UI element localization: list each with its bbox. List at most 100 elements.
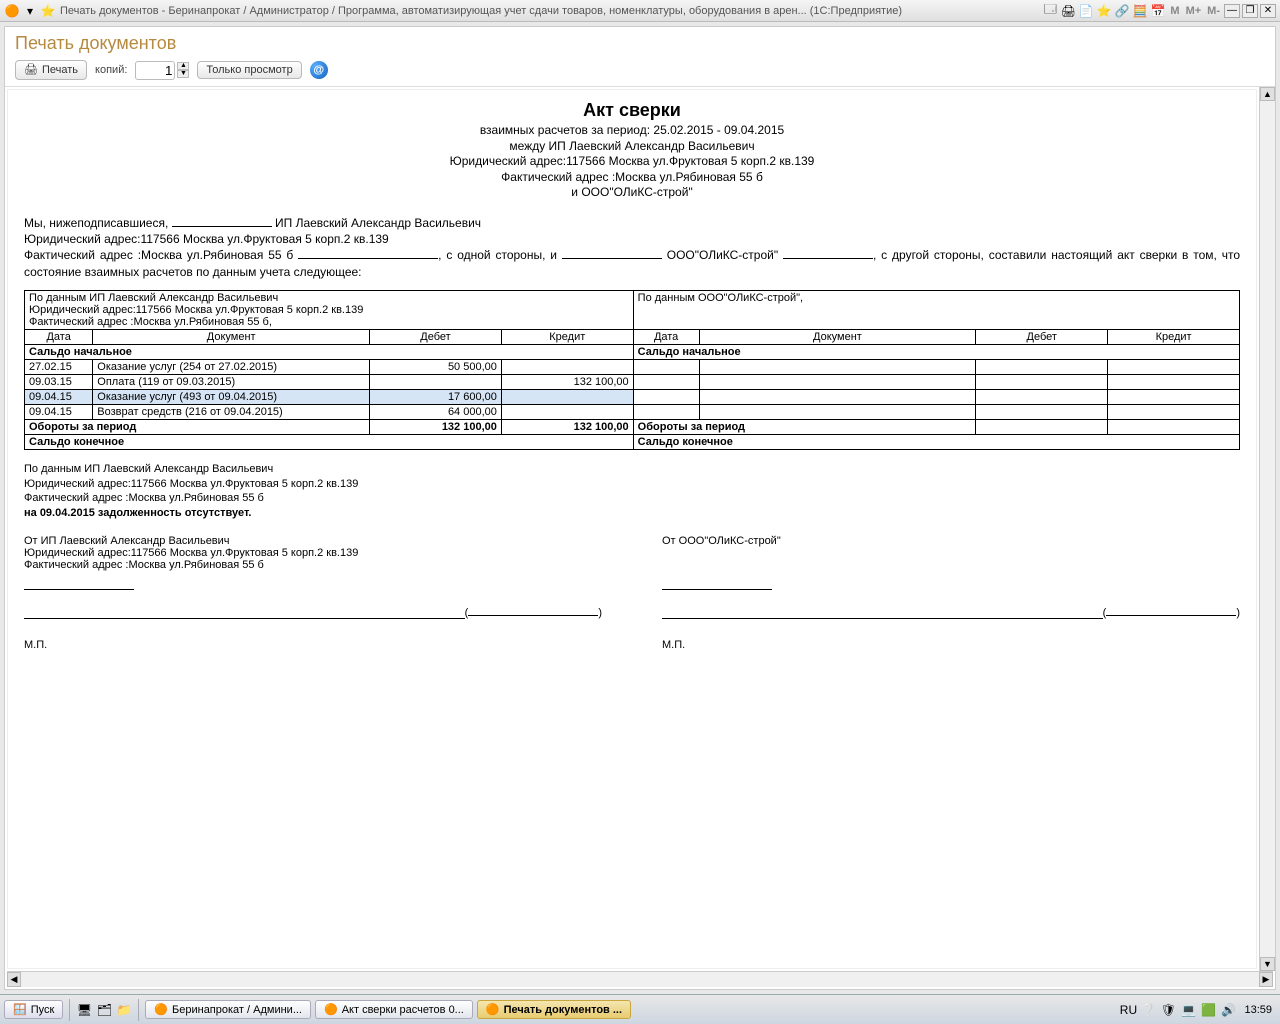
copies-up[interactable]: ▲: [177, 62, 189, 70]
fav-icon[interactable]: ⭐: [1096, 3, 1112, 19]
m-minus-button[interactable]: M-: [1205, 5, 1222, 17]
mp-label: М.П.: [24, 639, 602, 651]
vertical-scrollbar[interactable]: ▲ ▼: [1259, 87, 1275, 971]
m-plus-button[interactable]: M+: [1184, 5, 1204, 17]
cell-date: 09.04.15: [25, 404, 93, 419]
quick-launch-app-icon[interactable]: 📁: [116, 1002, 132, 1018]
table-row[interactable]: 09.04.15 Возврат средств (216 от 09.04.2…: [25, 404, 1240, 419]
signature-line: [24, 605, 465, 619]
maximize-button[interactable]: ❐: [1242, 4, 1258, 18]
cell-doc: Оказание услуг (493 от 09.04.2015): [93, 389, 370, 404]
link-icon[interactable]: 🔗: [1114, 3, 1130, 19]
signature-line-short: [662, 589, 772, 590]
tray-app-icon[interactable]: 🟩: [1200, 1002, 1216, 1018]
table-top-left: По данным ИП Лаевский Александр Васильев…: [25, 290, 634, 329]
dropdown-icon[interactable]: ▾: [22, 3, 38, 19]
cell-debit: 50 500,00: [370, 359, 502, 374]
signature-right: От ООО"ОЛиКС-строй" () М.П.: [662, 535, 1240, 651]
view-only-label: Только просмотр: [206, 64, 292, 76]
view-only-button[interactable]: Только просмотр: [197, 61, 301, 79]
copies-label: копий:: [95, 64, 127, 76]
print-button[interactable]: 🖨 Печать: [15, 60, 87, 80]
cell-date: 27.02.15: [25, 359, 93, 374]
tray-network-icon[interactable]: 💻: [1180, 1002, 1196, 1018]
doc-period: взаимных расчетов за период: 25.02.2015 …: [24, 123, 1240, 139]
doc-para: Мы, нижеподписавшиеся, ИП Лаевский Алекс…: [24, 215, 1240, 280]
scroll-left-arrow[interactable]: ◀: [7, 972, 21, 987]
table-row[interactable]: 09.03.15 Оплата (119 от 09.03.2015) 132 …: [25, 374, 1240, 389]
horizontal-scrollbar[interactable]: ◀ ▶: [7, 971, 1273, 987]
copies-down[interactable]: ▼: [177, 70, 189, 78]
window-title: Печать документов - Беринапрокат / Админ…: [60, 5, 1038, 17]
opening-balance-row: Сальдо начальное Сальдо начальное: [25, 344, 1240, 359]
tray-help-icon[interactable]: ❔: [1140, 1002, 1156, 1018]
col-credit: Кредит: [501, 329, 633, 344]
close-button[interactable]: ✕: [1260, 4, 1276, 18]
taskbar-item[interactable]: 🟠 Акт сверки расчетов 0...: [315, 1000, 473, 1019]
cell-debit: 64 000,00: [370, 404, 502, 419]
signature-columns: От ИП Лаевский Александр Васильевич Юрид…: [24, 535, 1240, 651]
taskbar-item-active[interactable]: 🟠 Печать документов ...: [477, 1000, 631, 1019]
closing-balance-row: Сальдо конечное Сальдо конечное: [25, 434, 1240, 449]
cell-doc: Оказание услуг (254 от 27.02.2015): [93, 359, 370, 374]
signature-paren: (): [1103, 607, 1240, 619]
taskbar-item-icon: 🟠: [154, 1003, 168, 1016]
doc-addr1: Юридический адрес:117566 Москва ул.Фрукт…: [24, 154, 1240, 170]
close-bal-l: Сальдо конечное: [25, 434, 634, 449]
col-credit-r: Кредит: [1108, 329, 1240, 344]
open-bal-r: Сальдо начальное: [633, 344, 1239, 359]
at-icon[interactable]: @: [310, 61, 328, 79]
scroll-right-arrow[interactable]: ▶: [1259, 972, 1273, 987]
lang-indicator[interactable]: RU: [1120, 1002, 1136, 1018]
scroll-down-arrow[interactable]: ▼: [1260, 957, 1275, 971]
para-text: ИП Лаевский Александр Васильевич: [272, 216, 481, 230]
taskbar-item-icon: 🟠: [324, 1003, 338, 1016]
footer-block: По данным ИП Лаевский Александр Васильев…: [24, 462, 1240, 521]
window-title-bar: 🟠 ▾ ⭐ Печать документов - Беринапрокат /…: [0, 0, 1280, 22]
taskbar: 🪟 Пуск 🖥 🗂 📁 🟠 Беринапрокат / Админи... …: [0, 994, 1280, 1024]
table-header-row: Дата Документ Дебет Кредит Дата Документ…: [25, 329, 1240, 344]
doc-party1: между ИП Лаевский Александр Васильевич: [24, 139, 1240, 155]
tray-clock[interactable]: 13:59: [1240, 1004, 1276, 1016]
start-button[interactable]: 🪟 Пуск: [4, 1000, 63, 1019]
col-doc-r: Документ: [699, 329, 976, 344]
print-icon[interactable]: 🖨: [1060, 3, 1076, 19]
blank-line: [562, 258, 662, 259]
sig-line: Фактический адрес :Москва ул.Рябиновая 5…: [24, 559, 602, 571]
cell-credit: [501, 404, 633, 419]
start-label: Пуск: [31, 1004, 55, 1016]
minimize-button[interactable]: —: [1224, 4, 1240, 18]
table-row[interactable]: 27.02.15 Оказание услуг (254 от 27.02.20…: [25, 359, 1240, 374]
col-date: Дата: [25, 329, 93, 344]
top-left-line: Юридический адрес:117566 Москва ул.Фрукт…: [29, 304, 629, 316]
cell-doc: Оплата (119 от 09.03.2015): [93, 374, 370, 389]
app-icon: 🟠: [4, 3, 20, 19]
table-row-selected[interactable]: 09.04.15 Оказание услуг (493 от 09.04.20…: [25, 389, 1240, 404]
printer-icon: 🖨: [24, 63, 38, 77]
mp-label: М.П.: [662, 639, 1240, 651]
taskbar-item[interactable]: 🟠 Беринапрокат / Админи...: [145, 1000, 311, 1019]
cell-credit: [501, 359, 633, 374]
cell-date: 09.04.15: [25, 389, 93, 404]
taskbar-item-label: Акт сверки расчетов 0...: [342, 1004, 464, 1016]
tools-icon[interactable]: 🗔: [1042, 3, 1058, 19]
quick-launch-windows-icon[interactable]: 🗂: [96, 1002, 112, 1018]
quick-launch-desktop-icon[interactable]: 🖥: [76, 1002, 92, 1018]
tray-volume-icon[interactable]: 🔊: [1220, 1002, 1236, 1018]
doc-party2: и ООО"ОЛиКС-строй": [24, 185, 1240, 201]
copies-input[interactable]: [135, 61, 175, 80]
calc-icon[interactable]: 🧮: [1132, 3, 1148, 19]
para-text: Юридический адрес:117566 Москва ул.Фрукт…: [24, 232, 389, 246]
scroll-up-arrow[interactable]: ▲: [1260, 87, 1275, 101]
doc-addr2: Фактический адрес :Москва ул.Рябиновая 5…: [24, 170, 1240, 186]
cell-debit: [370, 374, 502, 389]
document-page[interactable]: Акт сверки взаимных расчетов за период: …: [7, 89, 1257, 969]
doc-icon[interactable]: 📄: [1078, 3, 1094, 19]
turnover-debit: 132 100,00: [370, 419, 502, 434]
open-bal-l: Сальдо начальное: [25, 344, 634, 359]
m-button[interactable]: M: [1168, 5, 1181, 17]
star-icon[interactable]: ⭐: [40, 3, 56, 19]
tray-shield-icon[interactable]: 🛡: [1160, 1002, 1176, 1018]
toolbar: 🖨 Печать копий: ▲ ▼ Только просмотр @: [5, 54, 1275, 87]
calendar-icon[interactable]: 📅: [1150, 3, 1166, 19]
